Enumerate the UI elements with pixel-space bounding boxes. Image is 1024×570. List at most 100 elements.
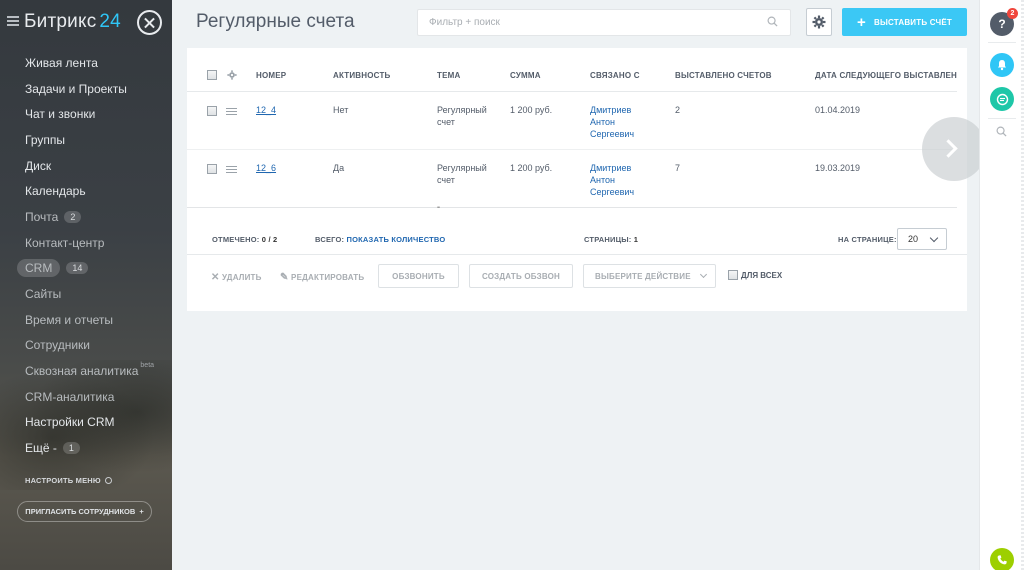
grid-header: НОМЕР АКТИВНОСТЬ ТЕМА СУММА СВЯЗАНО С ВЫ… <box>187 48 957 92</box>
row-menu-icon[interactable] <box>226 108 237 115</box>
selected-count: ОТМЕЧЕНО: 0 / 2 <box>212 235 278 244</box>
column-header-activity[interactable]: АКТИВНОСТЬ <box>333 71 391 80</box>
per-page-select[interactable]: 20 <box>897 228 947 250</box>
more-counter-badge: 1 <box>62 442 80 455</box>
invoice-number-link[interactable]: 12_4 <box>256 104 276 116</box>
sidebar-item-groups[interactable]: Группы <box>0 127 172 153</box>
linked-contact-link[interactable]: Дмитриев Антон Сергеевич <box>590 162 634 198</box>
issued-count-cell: 2 <box>675 105 681 115</box>
column-settings-gear-icon[interactable] <box>227 70 237 80</box>
pages-info: СТРАНИЦЫ: 1 <box>584 235 639 244</box>
pencil-icon: ✎ <box>280 272 289 283</box>
linked-contact-link[interactable]: Дмитриев Антон Сергеевич <box>590 104 634 140</box>
call-button[interactable]: ОБЗВОНИТЬ <box>378 264 459 288</box>
scroll-right-chevron-icon[interactable] <box>922 117 986 181</box>
sidebar-item-sites[interactable]: Сайты <box>0 281 172 307</box>
filter-search-box[interactable] <box>417 9 791 36</box>
sidebar-item-employees[interactable]: Сотрудники <box>0 333 172 359</box>
sidebar-item-disk[interactable]: Диск <box>0 153 172 179</box>
column-header-number[interactable]: НОМЕР <box>256 71 286 80</box>
logo-number: 24 <box>99 11 121 32</box>
row-checkbox[interactable] <box>207 106 217 116</box>
configure-menu-link[interactable]: НАСТРОИТЬ МЕНЮ <box>25 476 112 485</box>
sidebar-item-end-to-end-analytics[interactable]: Сквозная аналитика beta <box>0 358 172 384</box>
topic-cell: Регулярный счет <box>437 105 487 127</box>
topic-cell: Регулярный счет <box>437 163 487 185</box>
add-invoice-button[interactable]: + ВЫСТАВИТЬ СЧЁТ <box>842 8 967 36</box>
filter-search-input[interactable] <box>418 10 748 35</box>
column-header-issued-count[interactable]: ВЫСТАВЛЕНО СЧЕТОВ <box>675 71 772 80</box>
sidebar-menu: Живая лента Задачи и Проекты Чат и звонк… <box>0 50 172 461</box>
for-all-checkbox[interactable] <box>728 270 738 280</box>
gear-icon <box>812 15 826 29</box>
total-count: ВСЕГО: ПОКАЗАТЬ КОЛИЧЕСТВО <box>315 235 446 244</box>
phone-glyph-icon <box>997 555 1007 565</box>
crm-counter-badge: 14 <box>66 262 89 275</box>
column-header-topic[interactable]: ТЕМА <box>437 71 460 80</box>
delete-action[interactable]: ✕ УДАЛИТЬ <box>211 272 262 283</box>
issued-count-cell: 7 <box>675 163 681 173</box>
bell-icon[interactable] <box>990 53 1014 77</box>
next-date-cell: 19.03.2019 <box>815 163 861 173</box>
mail-counter-badge: 2 <box>64 210 82 223</box>
sidebar-item-crm-analytics[interactable]: CRM-аналитика <box>0 384 172 410</box>
invoices-grid: НОМЕР АКТИВНОСТЬ ТЕМА СУММА СВЯЗАНО С ВЫ… <box>187 48 957 208</box>
column-header-linked[interactable]: СВЯЗАНО С <box>590 71 640 80</box>
create-call-list-button[interactable]: СОЗДАТЬ ОБЗВОН <box>469 264 573 288</box>
sidebar-item-crm-settings[interactable]: Настройки CRM <box>0 410 172 436</box>
rail-divider <box>988 118 1016 119</box>
column-header-sum[interactable]: СУММА <box>510 71 541 80</box>
menu-burger-icon[interactable] <box>7 16 19 26</box>
select-all-checkbox[interactable] <box>207 70 217 80</box>
help-icon[interactable]: ? 2 <box>990 8 1018 36</box>
invite-employees-button[interactable]: ПРИГЛАСИТЬ СОТРУДНИКОВ + <box>17 501 152 522</box>
right-rail: ? 2 <box>979 0 1024 570</box>
column-header-next-date[interactable]: ДАТА СЛЕДУЮЩЕГО ВЫСТАВЛЕНИ <box>815 71 957 80</box>
logo[interactable]: Битрикс 24 <box>24 11 121 33</box>
chevron-down-icon <box>929 233 939 243</box>
table-row[interactable]: 12_4 Нет Регулярный счет 1 200 руб. Дмитр… <box>187 92 957 150</box>
row-checkbox[interactable] <box>207 164 217 174</box>
grid-footer: ОТМЕЧЕНО: 0 / 2 ВСЕГО: ПОКАЗАТЬ КОЛИЧЕСТ… <box>187 220 967 255</box>
left-sidebar: Битрикс 24 Живая лента Задачи и Проекты Ч… <box>0 0 172 570</box>
chat-icon[interactable] <box>990 87 1014 111</box>
cross-icon: ✕ <box>211 272 220 283</box>
grid-settings-button[interactable] <box>806 8 832 36</box>
rail-divider <box>988 42 1016 43</box>
group-actions-bar: ✕ УДАЛИТЬ ✎ РЕДАКТИРОВАТЬ ОБЗВОНИТЬ СОЗД… <box>187 263 967 291</box>
sum-cell: 1 200 руб. <box>510 163 553 173</box>
invoice-number-link[interactable]: 12_6 <box>256 162 276 174</box>
help-counter-badge: 2 <box>1007 8 1018 19</box>
sidebar-item-crm[interactable]: CRM 14 <box>0 256 172 282</box>
activity-cell: Да <box>333 163 345 173</box>
settings-small-icon <box>104 477 112 484</box>
plus-icon: + <box>857 13 866 31</box>
sidebar-item-more[interactable]: Ещё -1 <box>0 435 172 461</box>
logo-text: Битрикс <box>24 11 97 32</box>
bell-glyph-icon <box>998 60 1006 71</box>
close-menu-icon[interactable] <box>137 10 162 35</box>
choose-action-select[interactable]: ВЫБЕРИТЕ ДЕЙСТВИЕ <box>583 264 716 288</box>
search-icon[interactable] <box>996 126 1007 137</box>
sidebar-item-feed[interactable]: Живая лента <box>0 50 172 76</box>
page-title: Регулярные счета <box>196 11 355 32</box>
next-date-cell: 01.04.2019 <box>815 105 861 115</box>
sum-cell: 1 200 руб. <box>510 105 553 115</box>
row-menu-icon[interactable] <box>226 166 237 173</box>
plus-icon: + <box>139 507 144 516</box>
sidebar-item-calendar[interactable]: Календарь <box>0 178 172 204</box>
horizontal-scrollbar[interactable]: ◂ ▸ <box>187 207 957 208</box>
sidebar-item-chat[interactable]: Чат и звонки <box>0 101 172 127</box>
sidebar-item-contact-center[interactable]: Контакт-центр <box>0 230 172 256</box>
for-all-option[interactable]: ДЛЯ ВСЕХ <box>728 270 782 280</box>
edit-action[interactable]: ✎ РЕДАКТИРОВАТЬ <box>280 272 364 283</box>
sidebar-item-time-reports[interactable]: Время и отчеты <box>0 307 172 333</box>
per-page-label: НА СТРАНИЦЕ: <box>838 235 897 244</box>
sidebar-item-tasks[interactable]: Задачи и Проекты <box>0 76 172 102</box>
chevron-down-icon <box>699 270 708 279</box>
sidebar-item-mail[interactable]: Почта 2 <box>0 204 172 230</box>
phone-icon[interactable] <box>990 548 1014 570</box>
show-count-link[interactable]: ПОКАЗАТЬ КОЛИЧЕСТВО <box>347 235 446 244</box>
search-icon[interactable] <box>767 16 778 27</box>
table-row[interactable]: 12_6 Да Регулярный счет 1 200 руб. Дмитри… <box>187 150 957 208</box>
